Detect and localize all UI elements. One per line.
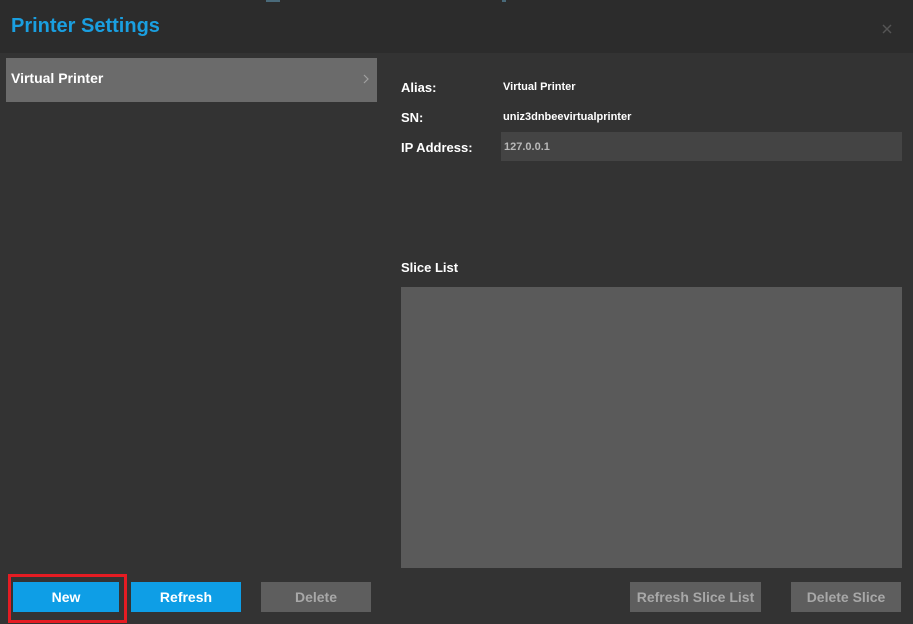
printer-list-item-virtual-printer[interactable]: Virtual Printer: [6, 58, 377, 102]
refresh-slice-list-button[interactable]: Refresh Slice List: [630, 582, 761, 612]
printer-list-panel: Virtual Printer: [0, 53, 382, 624]
sn-label: SN:: [401, 110, 424, 125]
title-bar: Printer Settings: [0, 0, 913, 53]
alias-value: Virtual Printer: [503, 81, 576, 93]
dialog-title: Printer Settings: [11, 15, 160, 37]
delete-button[interactable]: Delete: [261, 582, 371, 612]
new-button[interactable]: New: [13, 582, 119, 612]
close-button[interactable]: [876, 18, 898, 40]
printer-settings-dialog: Printer Settings Virtual Printer Alias: …: [0, 0, 913, 624]
delete-slice-button[interactable]: Delete Slice: [791, 582, 901, 612]
slice-list[interactable]: [401, 287, 902, 568]
chevron-right-icon: [361, 72, 371, 86]
printer-list-item-label: Virtual Printer: [11, 70, 104, 86]
ip-address-label: IP Address:: [401, 140, 473, 155]
title-bar-accent-left: [266, 0, 280, 2]
title-bar-accent-right: [502, 0, 506, 2]
refresh-button[interactable]: Refresh: [131, 582, 241, 612]
slice-list-title: Slice List: [401, 260, 459, 275]
close-icon: [882, 24, 892, 34]
printer-details-panel: Alias: Virtual Printer SN: uniz3dnbeevir…: [382, 53, 913, 624]
ip-address-input[interactable]: [501, 132, 902, 161]
alias-label: Alias:: [401, 80, 437, 95]
sn-value: uniz3dnbeevirtualprinter: [503, 111, 632, 123]
